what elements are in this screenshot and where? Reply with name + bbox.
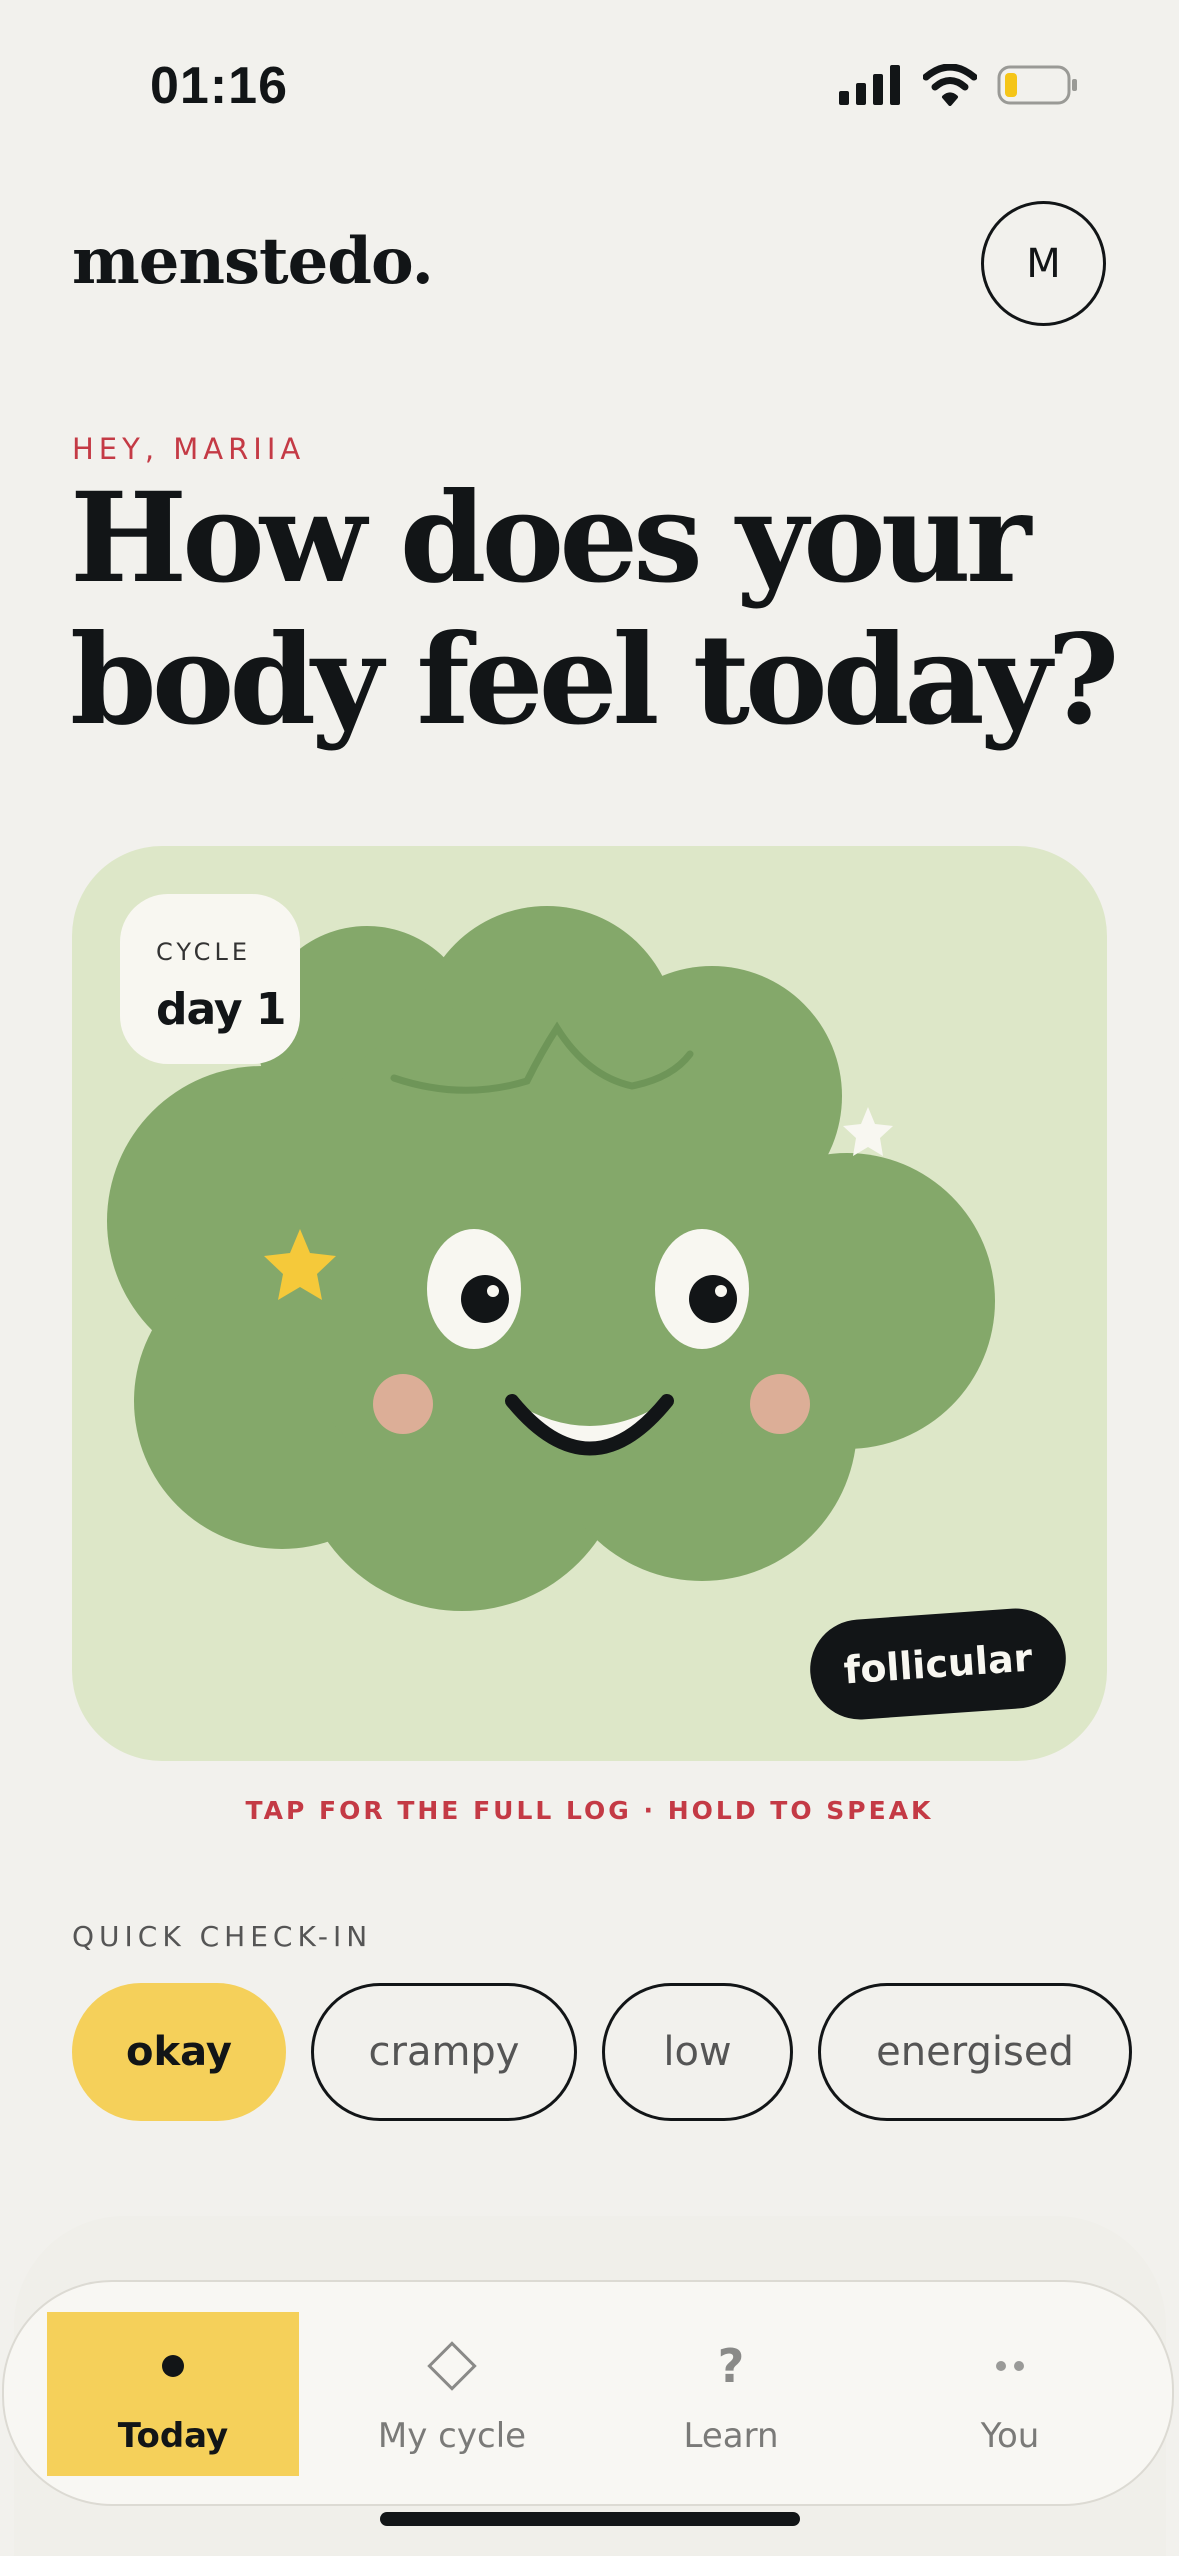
status-bar: 01:16 — [0, 0, 1179, 170]
brand-logo: menstedo. — [72, 224, 434, 299]
tab-my-cycle-label: My cycle — [377, 2416, 527, 2456]
greeting: HEY, MARIIA — [72, 432, 306, 466]
cycle-day-badge: CYCLE day 1 — [120, 894, 300, 1064]
checkin-chip-energised[interactable]: energised — [818, 1983, 1132, 2121]
wifi-icon — [923, 64, 977, 106]
tab-today-label: Today — [117, 2416, 229, 2456]
tab-learn[interactable]: ? Learn — [605, 2312, 857, 2476]
tab-you-label: You — [980, 2416, 1040, 2456]
checkin-chip-crampy[interactable]: crampy — [311, 1983, 577, 2121]
two-dots-icon — [995, 2336, 1025, 2396]
question-icon: ? — [717, 2339, 745, 2393]
diamond-icon — [424, 2336, 480, 2396]
tab-you[interactable]: You — [884, 2312, 1136, 2476]
checkin-chip-okay[interactable]: okay — [72, 1983, 286, 2121]
home-indicator[interactable] — [380, 2512, 800, 2526]
status-time: 01:16 — [150, 57, 288, 115]
battery-icon — [997, 65, 1077, 105]
page-title-line-1: How does your — [70, 466, 1031, 611]
quick-checkin-label: QUICK CHECK-IN — [72, 1920, 373, 1953]
cellular-signal-icon — [839, 65, 900, 105]
page-title: How does your body feel today? — [70, 468, 1130, 752]
cycle-phase-badge: follicular — [806, 1605, 1070, 1723]
cycle-mascot-card[interactable]: CYCLE day 1 follicular — [72, 846, 1107, 1761]
checkin-chip-low[interactable]: low — [602, 1983, 793, 2121]
profile-avatar-button[interactable]: M — [981, 201, 1106, 326]
tab-learn-label: Learn — [683, 2416, 779, 2456]
dot-icon — [160, 2336, 186, 2396]
page-title-line-2: body feel today? — [70, 608, 1119, 753]
tab-my-cycle[interactable]: My cycle — [326, 2312, 578, 2476]
tab-today[interactable]: Today — [47, 2312, 299, 2476]
bottom-tab-bar: Today My cycle ? Learn You — [2, 2280, 1174, 2506]
card-hint: TAP FOR THE FULL LOG · HOLD TO SPEAK — [245, 1796, 934, 1825]
cycle-label: CYCLE — [156, 938, 251, 966]
cycle-day-value: day 1 — [156, 984, 286, 1035]
status-icons — [839, 60, 1079, 110]
